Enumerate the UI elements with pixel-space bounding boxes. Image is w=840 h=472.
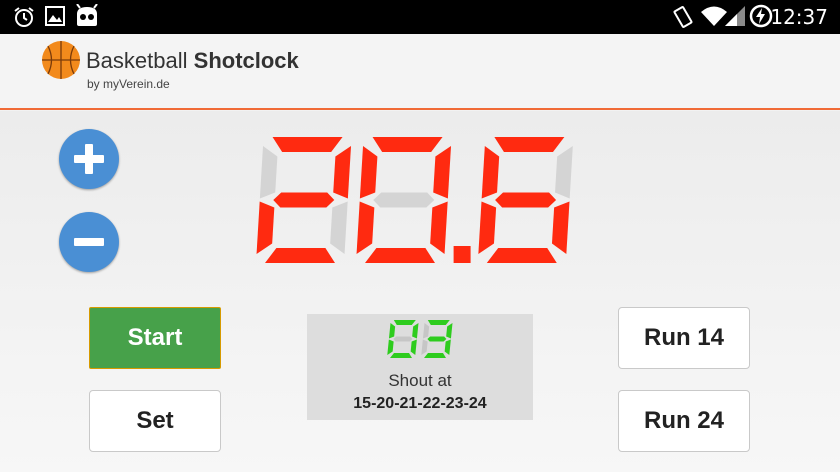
- basketball-icon: [42, 41, 80, 79]
- decrement-button[interactable]: [59, 212, 119, 272]
- shotclock-digit0-segment-e: [256, 201, 275, 254]
- shotclock-digit1-segment-b: [433, 146, 452, 199]
- start-button[interactable]: Start: [89, 307, 221, 369]
- shotclock-digit1-segment-g: [373, 192, 435, 208]
- shotclock-digit2-segment-f: [481, 146, 500, 199]
- run24-button[interactable]: Run 24: [618, 390, 750, 452]
- shout-digit1-segment-g: [427, 336, 447, 342]
- shotclock-digit0-segment-g: [273, 192, 335, 208]
- alarm-icon: [14, 7, 34, 27]
- shout-digit1-segment-c: [444, 339, 451, 355]
- shotclock-digit1-segment-f: [359, 146, 378, 199]
- image-icon: [45, 6, 65, 26]
- shotclock-digit1-segment-e: [356, 201, 375, 254]
- shotclock-digit0-segment-c: [330, 201, 348, 254]
- shout-digit1-segment-f: [422, 323, 430, 339]
- increment-button[interactable]: [59, 129, 119, 189]
- shout-digit0-segment-e: [387, 339, 394, 355]
- shotclock-digit1-segment-d: [365, 248, 435, 263]
- rotate-icon: [673, 6, 693, 28]
- shout-digit1-segment-e: [421, 339, 428, 355]
- app-title: Basketball Shotclock: [86, 48, 299, 74]
- main-content: Start Set Shout at 15-20-21-22-23-24 Run…: [0, 111, 840, 472]
- shout-display: [387, 320, 453, 358]
- shout-digit0-segment-g: [393, 336, 413, 342]
- shout-digit1-segment-d: [424, 353, 446, 358]
- shotclock-digit2-segment-e: [478, 201, 497, 254]
- shotclock-digit1-segment-a: [372, 137, 443, 152]
- signal-icon: [725, 6, 745, 26]
- shout-digit0-segment-f: [388, 323, 396, 339]
- shout-label: Shout at: [388, 371, 452, 390]
- shout-digit1-segment-b: [446, 323, 453, 339]
- android-icon: [76, 4, 98, 26]
- shotclock-digit2-segment-c: [551, 201, 570, 254]
- run14-button[interactable]: Run 14: [618, 307, 750, 369]
- shout-digit0-segment-b: [412, 323, 419, 339]
- shotclock-digit0-segment-f: [259, 146, 278, 199]
- app-title-regular: Basketball: [86, 48, 188, 73]
- shout-sequence: 15-20-21-22-23-24: [353, 395, 487, 412]
- shotclock-digit0-segment-b: [333, 146, 352, 199]
- shotclock-digit1-segment-c: [430, 201, 448, 254]
- app-subtitle: by myVerein.de: [87, 77, 170, 91]
- shotclock-digit2-segment-d: [486, 248, 557, 263]
- clock-time: 12:37: [770, 5, 828, 29]
- shotclock-digit0-segment-d: [265, 248, 335, 263]
- shout-digit0-segment-d: [390, 353, 412, 358]
- shotclock-digit2-segment-a: [494, 137, 565, 152]
- shotclock-digit2-segment-g: [495, 192, 557, 208]
- status-bar: 12:37: [0, 0, 840, 34]
- shout-digit0-segment-a: [393, 320, 416, 325]
- app-title-bold: Shotclock: [193, 48, 299, 73]
- shotclock-decimal-point: [453, 246, 471, 263]
- shotclock-digit2-segment-b: [555, 146, 573, 199]
- set-button[interactable]: Set: [89, 390, 221, 452]
- shotclock-digit0-segment-a: [272, 137, 343, 152]
- action-bar: Basketball Shotclock by myVerein.de: [0, 34, 840, 110]
- shotclock-display: [256, 137, 573, 263]
- shout-digit0-segment-c: [410, 339, 417, 355]
- shout-digit1-segment-a: [427, 320, 450, 325]
